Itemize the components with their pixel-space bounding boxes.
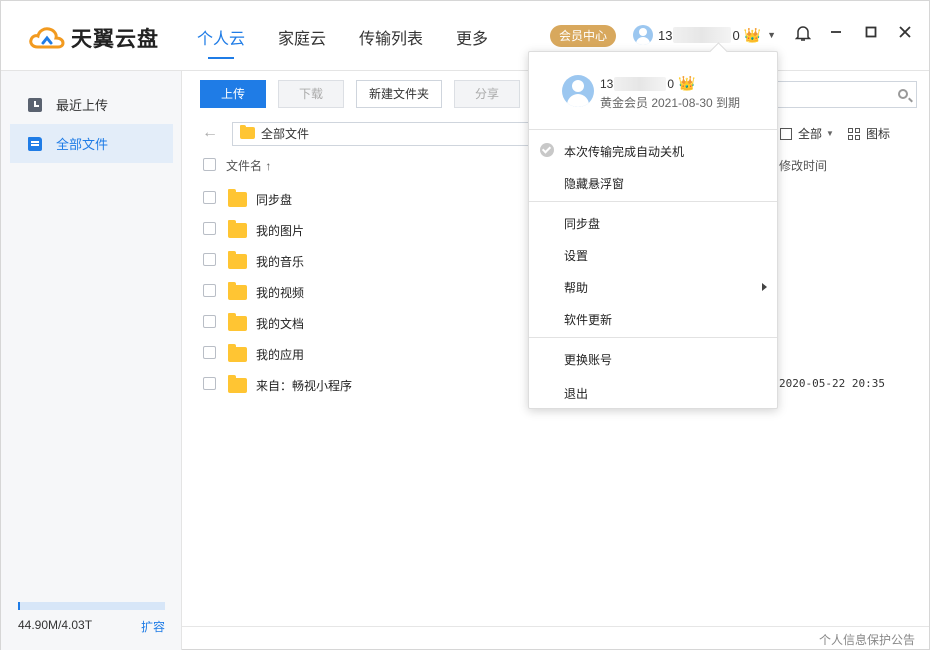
share-button[interactable]: 分享 — [454, 80, 520, 108]
menu-item-help[interactable]: 帮助 — [564, 279, 588, 296]
menu-item-auto-shutdown[interactable]: 本次传输完成自动关机 — [564, 143, 684, 160]
filter-dropdown[interactable]: 全部 ▼ — [780, 125, 834, 142]
row-checkbox[interactable] — [203, 315, 216, 328]
breadcrumb-current: 全部文件 — [261, 127, 310, 141]
menu-item-settings[interactable]: 设置 — [564, 247, 588, 264]
sidebar-item-label: 最近上传 — [56, 98, 109, 113]
folder-icon — [228, 375, 247, 393]
vip-center-button[interactable]: 会员中心 — [550, 25, 616, 47]
sidebar: 最近上传 全部文件 — [1, 71, 182, 650]
menu-item-update[interactable]: 软件更新 — [564, 311, 612, 328]
caret-down-icon: ▼ — [826, 129, 834, 138]
row-checkbox[interactable] — [203, 377, 216, 390]
select-all-checkbox[interactable] — [203, 158, 216, 171]
file-name[interactable]: 我的图片 — [256, 222, 304, 239]
main-nav: 个人云 家庭云 传输列表 更多 — [197, 25, 521, 59]
user-menu-trigger[interactable]: 13 0 👑 ▼ — [633, 25, 776, 45]
tab-transfer-list[interactable]: 传输列表 — [359, 25, 423, 57]
check-icon — [540, 143, 554, 157]
membership-info: 黄金会员 2021-08-30 到期 — [600, 96, 741, 110]
file-name[interactable]: 来自：畅视小程序 — [256, 377, 352, 394]
download-button[interactable]: 下载 — [278, 80, 344, 108]
footer-bar: 个人信息保护公告 — [182, 626, 929, 650]
close-button[interactable] — [895, 25, 915, 44]
folder-icon — [228, 282, 247, 300]
folder-icon — [228, 189, 247, 207]
row-checkbox[interactable] — [203, 346, 216, 359]
file-name[interactable]: 我的应用 — [256, 346, 304, 363]
view-controls: 全部 ▼ 图标 — [780, 125, 904, 142]
app-logo: 天翼云盘 — [29, 23, 159, 53]
column-header-modified[interactable]: 修改时间 — [779, 157, 827, 174]
file-name[interactable]: 我的文档 — [256, 315, 304, 332]
expand-storage-link[interactable]: 扩容 — [141, 618, 165, 635]
privacy-notice-link[interactable]: 个人信息保护公告 — [819, 631, 915, 648]
column-header-name[interactable]: 文件名 ↑ — [226, 157, 271, 174]
breadcrumb[interactable]: 全部文件 — [232, 122, 532, 146]
view-mode-toggle[interactable]: 图标 — [847, 125, 890, 142]
menu-item-sync-disk[interactable]: 同步盘 — [564, 215, 600, 232]
row-checkbox[interactable] — [203, 284, 216, 297]
upload-button[interactable]: 上传 — [200, 80, 266, 108]
folder-icon — [228, 220, 247, 238]
dropdown-user-name: 13 0 👑 — [600, 75, 696, 91]
folder-icon — [228, 344, 247, 362]
search-icon[interactable] — [898, 89, 908, 99]
redacted-mask — [673, 27, 732, 43]
grid-icon — [847, 127, 860, 140]
clock-icon — [28, 97, 42, 112]
row-checkbox[interactable] — [203, 222, 216, 235]
avatar — [562, 75, 594, 107]
chevron-right-icon — [762, 283, 767, 291]
divider — [529, 129, 777, 130]
sidebar-item-recent-uploads[interactable]: 最近上传 — [10, 85, 173, 124]
search-input[interactable] — [772, 81, 917, 108]
app-window: 天翼云盘 个人云 家庭云 传输列表 更多 会员中心 13 0 👑 ▼ 最近上传 … — [0, 0, 930, 650]
caret-down-icon: ▼ — [767, 30, 777, 40]
avatar — [633, 25, 653, 45]
bell-icon[interactable] — [793, 25, 813, 47]
copy-icon — [780, 127, 792, 140]
menu-item-switch-account[interactable]: 更换账号 — [564, 351, 612, 368]
file-name[interactable]: 我的音乐 — [256, 253, 304, 270]
user-name: 13 0 👑 — [658, 26, 762, 43]
storage-usage-text: 44.90M/4.03T — [18, 618, 93, 632]
files-icon — [28, 136, 42, 151]
row-checkbox[interactable] — [203, 253, 216, 266]
maximize-button[interactable] — [861, 25, 881, 44]
crown-icon: 👑 — [678, 75, 696, 91]
user-dropdown-menu: 13 0 👑 黄金会员 2021-08-30 到期 本次传输完成自动关机 隐藏悬… — [528, 51, 778, 409]
redacted-mask — [614, 76, 667, 91]
tab-personal-cloud[interactable]: 个人云 — [197, 25, 245, 59]
back-arrow-icon[interactable]: ← — [202, 124, 218, 142]
folder-icon — [228, 313, 247, 331]
menu-item-exit[interactable]: 退出 — [564, 385, 588, 402]
storage-usage-fill — [18, 602, 20, 610]
logo-text: 天翼云盘 — [71, 28, 159, 51]
divider — [529, 337, 777, 338]
folder-icon — [228, 251, 247, 269]
new-folder-button[interactable]: 新建文件夹 — [356, 80, 442, 108]
tab-more[interactable]: 更多 — [456, 25, 488, 57]
file-modified-time: 2020-05-22 20:35 — [779, 377, 885, 390]
file-name[interactable]: 同步盘 — [256, 191, 292, 208]
sidebar-item-all-files[interactable]: 全部文件 — [10, 124, 173, 163]
menu-item-hide-float[interactable]: 隐藏悬浮窗 — [564, 175, 624, 192]
storage-usage-bar — [18, 602, 165, 610]
sidebar-item-label: 全部文件 — [56, 137, 109, 152]
divider — [529, 201, 777, 202]
cloud-logo-icon — [29, 27, 65, 49]
folder-icon — [240, 125, 255, 139]
minimize-button[interactable] — [826, 25, 846, 44]
file-name[interactable]: 我的视频 — [256, 284, 304, 301]
row-checkbox[interactable] — [203, 191, 216, 204]
tab-family-cloud[interactable]: 家庭云 — [278, 25, 326, 57]
crown-icon: 👑 — [743, 26, 762, 43]
header-bar: 天翼云盘 个人云 家庭云 传输列表 更多 会员中心 13 0 👑 ▼ — [1, 1, 929, 71]
